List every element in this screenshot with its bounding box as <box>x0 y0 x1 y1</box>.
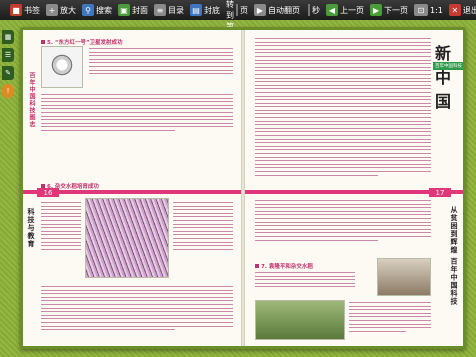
exit-icon: ✕ <box>448 4 461 16</box>
book-logo-sub: 百年中国科技 <box>433 62 463 70</box>
book-logo: 新中国 <box>435 44 452 111</box>
prev-page-button[interactable]: ◀ 上一页 <box>326 2 364 18</box>
heading-yuan: 7. 袁隆平和杂交水稻 <box>261 264 313 270</box>
portrait-image <box>377 258 431 296</box>
right-vertical-title: 从贫困到辉煌 百年中国科技 <box>450 206 458 306</box>
satellite-image <box>41 46 83 88</box>
search-icon: ⚲ <box>82 4 94 16</box>
right-page[interactable]: 新中国 百年中国科技 17 从贫困到辉煌 百年中国科技 7. 袁隆平和杂交水稻 <box>245 30 463 346</box>
toc-label: 目录 <box>168 5 184 15</box>
actual-size-button[interactable]: ⊡ 1:1 <box>414 2 443 18</box>
actual-size-icon: ⊡ <box>414 4 428 16</box>
info-icon[interactable]: ! <box>2 84 14 98</box>
heading-rice: 6. 杂交水稻培育成功 <box>47 184 99 190</box>
auto-flip-toggle[interactable]: ▶ 自动翻页 <box>254 2 300 18</box>
zoom-in-button[interactable]: + 放大 <box>46 2 76 18</box>
back-cover-button[interactable]: ▤ 封底 <box>190 2 220 18</box>
right-page-number: 17 <box>429 188 451 197</box>
left-section-label: 科技与教育 <box>27 208 35 248</box>
thumbnail-tab[interactable]: ▦ <box>2 30 14 44</box>
zoom-in-label: 放大 <box>60 5 76 15</box>
bookmark-label: 书签 <box>24 5 40 15</box>
exit-label: 退出 <box>462 5 476 15</box>
tools-tab[interactable]: ✎ <box>2 66 14 80</box>
back-cover-icon: ▤ <box>190 4 202 16</box>
page-number-input[interactable] <box>236 4 238 16</box>
actual-size-label: 1:1 <box>430 5 443 15</box>
open-book: 百年中国科技图志 科技与教育 5. “东方红一号”卫星发射成功 16 6. 杂交… <box>20 27 466 349</box>
outline-tab[interactable]: ☰ <box>2 48 14 62</box>
bookmark-button[interactable]: ■ 书签 <box>10 2 40 18</box>
seconds-label: 秒 <box>312 5 320 15</box>
arrow-right-icon: ▶ <box>370 4 382 16</box>
left-vertical-title: 百年中国科技图志 <box>28 72 35 128</box>
exit-button[interactable]: ✕ 退出 <box>448 2 476 18</box>
cover-button[interactable]: ▣ 封面 <box>118 2 148 18</box>
rice-field-image <box>255 300 345 340</box>
reader-toolbar: ■ 书签 + 放大 ⚲ 搜索 ▣ 封面 ≡ 目录 ▤ 封底 跳转到第 页 ▶ 自… <box>0 0 476 31</box>
auto-flip-icon: ▶ <box>254 4 266 16</box>
cover-icon: ▣ <box>118 4 130 16</box>
left-page[interactable]: 百年中国科技图志 科技与教育 5. “东方红一号”卫星发射成功 16 6. 杂交… <box>23 30 241 346</box>
next-page-button[interactable]: ▶ 下一页 <box>370 2 408 18</box>
search-label: 搜索 <box>96 5 112 15</box>
rice-plant-image <box>85 198 169 278</box>
side-panel: ▦ ☰ ✎ ! <box>2 30 14 102</box>
zoom-in-icon: + <box>46 4 58 16</box>
page-unit-label: 页 <box>240 5 248 15</box>
back-cover-label: 封底 <box>204 5 220 15</box>
bookmark-icon: ■ <box>10 4 22 16</box>
toc-icon: ≡ <box>154 4 166 16</box>
cover-label: 封面 <box>132 5 148 15</box>
toc-button[interactable]: ≡ 目录 <box>154 2 184 18</box>
arrow-left-icon: ◀ <box>326 4 338 16</box>
seconds-input[interactable] <box>308 4 310 16</box>
next-page-label: 下一页 <box>384 5 408 15</box>
search-button[interactable]: ⚲ 搜索 <box>82 2 112 18</box>
auto-flip-label: 自动翻页 <box>268 5 300 15</box>
prev-page-label: 上一页 <box>340 5 364 15</box>
